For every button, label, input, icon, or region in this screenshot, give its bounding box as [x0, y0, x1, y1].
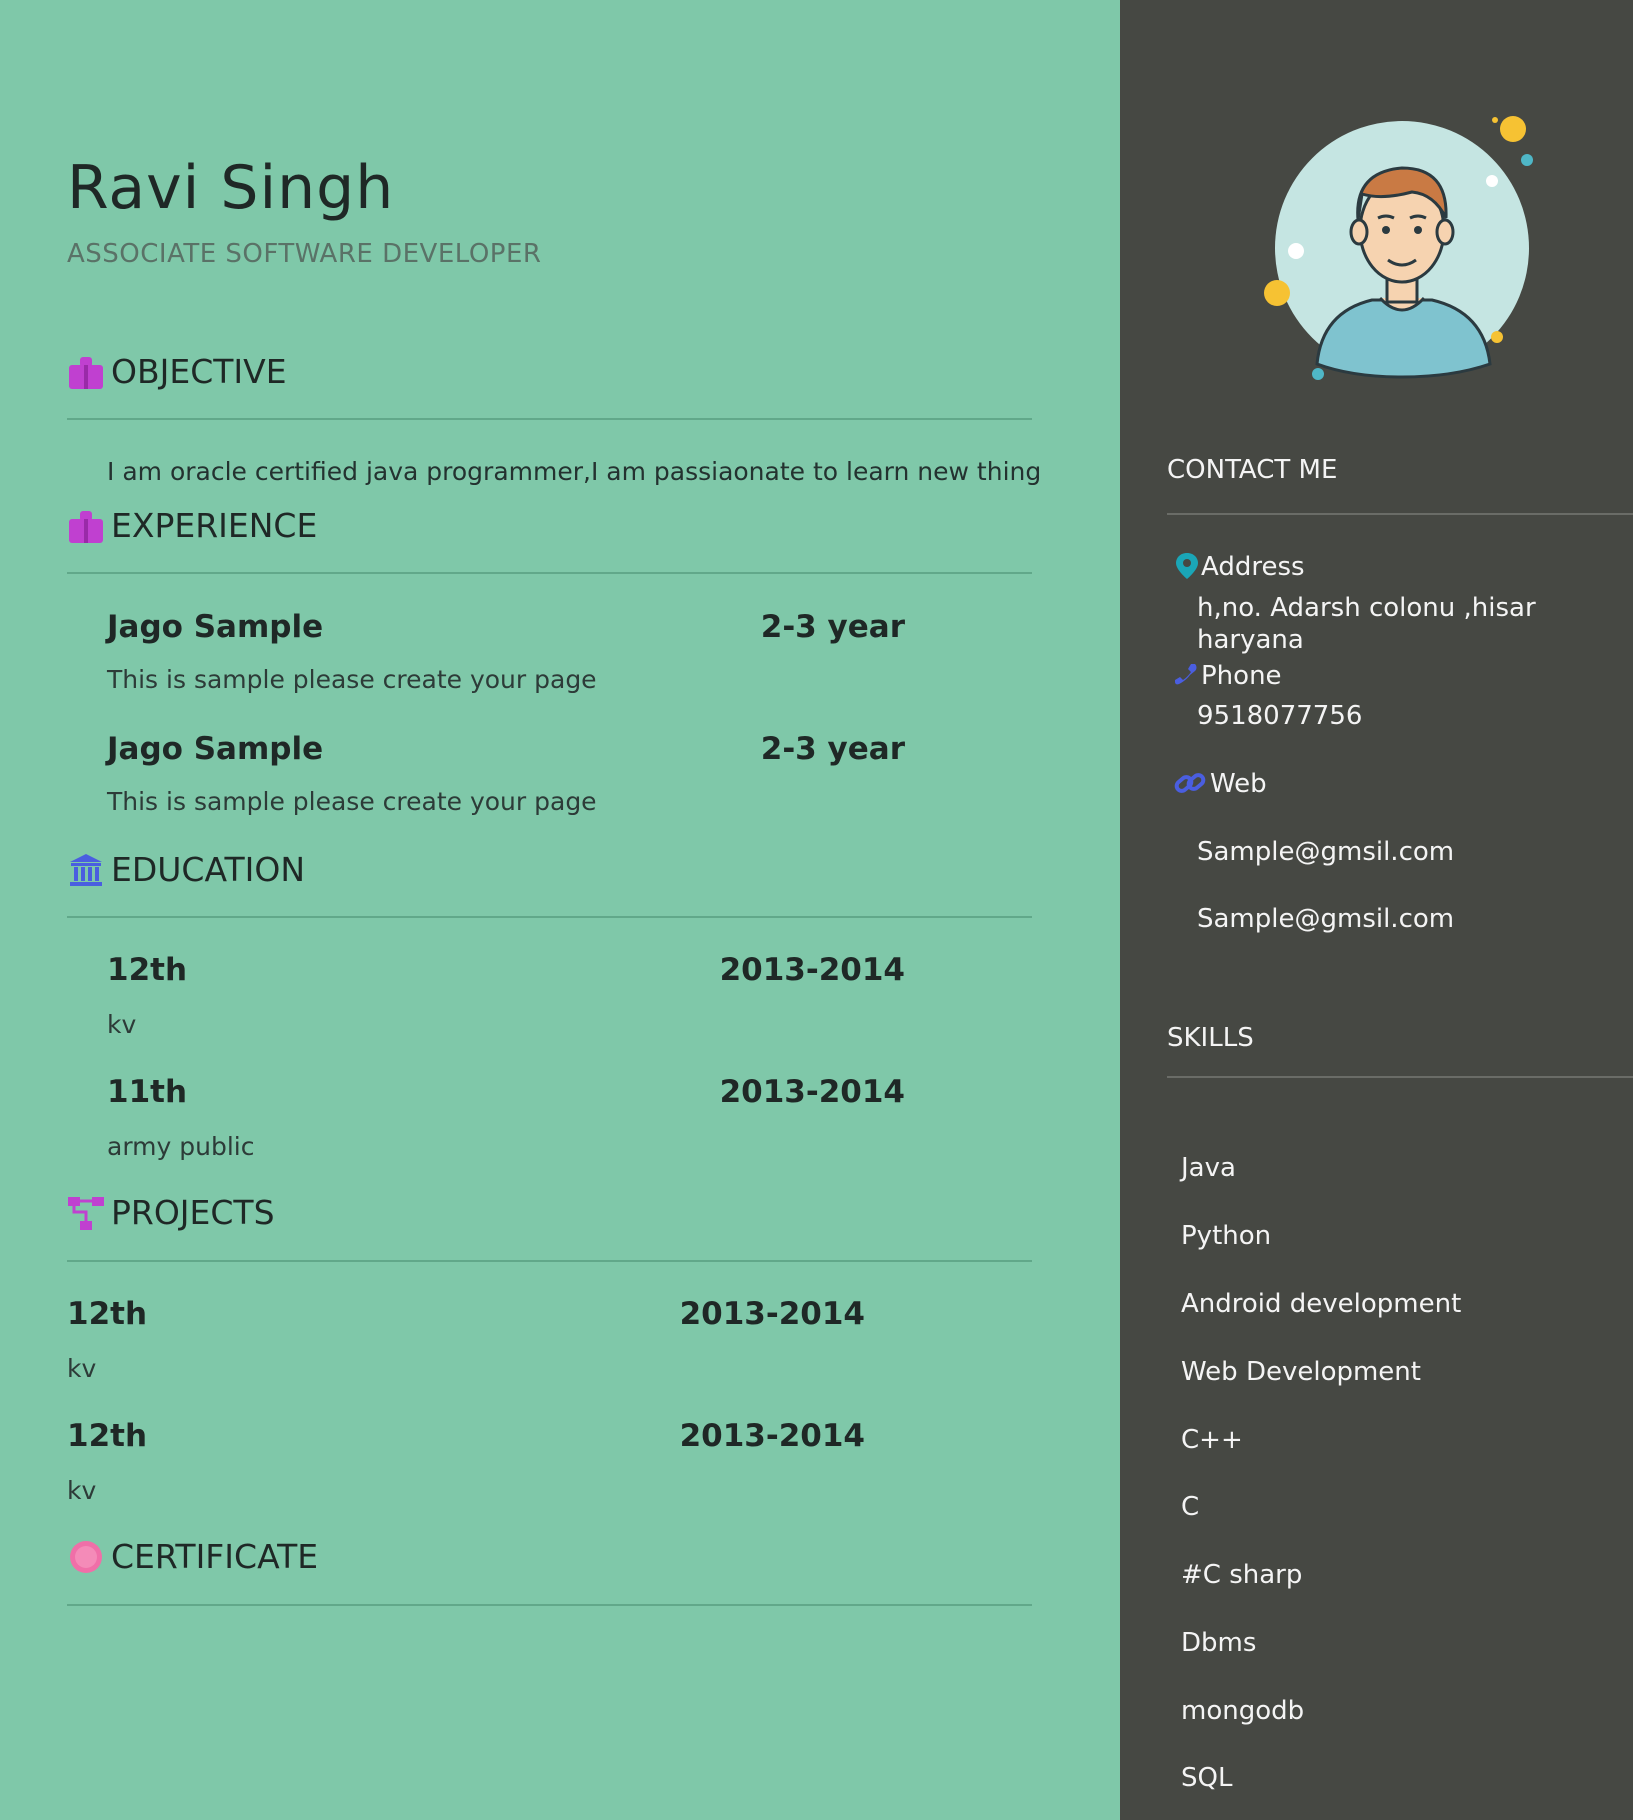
web-value[interactable]: Sample@gmsil.com — [1197, 836, 1454, 868]
skill-item: C — [1181, 1492, 1200, 1522]
experience-desc: This is sample please create your page — [107, 665, 597, 694]
experience-date: 2-3 year — [760, 609, 905, 645]
objective-label: OBJECTIVE — [111, 352, 287, 391]
skill-item: Dbms — [1181, 1628, 1257, 1658]
avatar — [1262, 102, 1542, 392]
skill-item: Android development — [1181, 1289, 1462, 1319]
education-title: 11th — [107, 1074, 188, 1110]
skill-item: C++ — [1181, 1425, 1243, 1455]
experience-label: EXPERIENCE — [111, 506, 318, 545]
contact-divider — [1167, 513, 1633, 515]
education-date: 2013-2014 — [719, 952, 905, 988]
experience-divider — [67, 572, 1032, 574]
education-divider — [67, 916, 1032, 918]
briefcase-icon — [67, 353, 105, 391]
skill-item: Python — [1181, 1221, 1272, 1251]
skill-item: Java — [1181, 1153, 1236, 1183]
address-value: h,no. Adarsh colonu ,hisar haryana — [1197, 593, 1536, 655]
skills-divider — [1167, 1076, 1633, 1078]
job-title: ASSOCIATE SOFTWARE DEVELOPER — [67, 239, 542, 269]
skills-heading: SKILLS — [1167, 1023, 1254, 1053]
experience-desc: This is sample please create your page — [107, 787, 597, 816]
projects-label: PROJECTS — [111, 1193, 275, 1232]
project-desc: kv — [67, 1354, 97, 1383]
skill-item: Web Development — [1181, 1357, 1421, 1387]
objective-heading: OBJECTIVE — [67, 348, 287, 396]
briefcase-icon — [67, 507, 105, 545]
phone-icon — [1175, 664, 1197, 685]
project-desc: kv — [67, 1476, 97, 1505]
sitemap-icon — [67, 1194, 105, 1232]
sidebar: CONTACT ME Address h,no. Adarsh colonu ,… — [1120, 0, 1633, 1820]
skill-item: SQL — [1181, 1763, 1233, 1793]
contact-heading: CONTACT ME — [1167, 455, 1338, 485]
education-desc: army public — [107, 1132, 255, 1161]
experience-date: 2-3 year — [760, 731, 905, 767]
education-heading: EDUCATION — [67, 846, 305, 894]
phone-value: 9518077756 — [1197, 701, 1363, 731]
experience-heading: EXPERIENCE — [67, 502, 317, 550]
project-date: 2013-2014 — [679, 1296, 865, 1332]
link-icon — [1174, 773, 1206, 793]
certificate-heading: CERTIFICATE — [67, 1533, 318, 1581]
experience-title: Jago Sample — [107, 609, 324, 645]
project-title: 12th — [67, 1296, 148, 1332]
projects-heading: PROJECTS — [67, 1189, 275, 1237]
education-label: EDUCATION — [111, 850, 306, 889]
badge-icon — [67, 1538, 105, 1576]
resume-page: Ravi Singh ASSOCIATE SOFTWARE DEVELOPER … — [0, 0, 1633, 1820]
projects-divider — [67, 1260, 1032, 1262]
experience-title: Jago Sample — [107, 731, 324, 767]
skill-item: #C sharp — [1181, 1560, 1303, 1590]
institution-icon — [67, 851, 105, 889]
web-value[interactable]: Sample@gmsil.com — [1197, 903, 1454, 935]
project-title: 12th — [67, 1418, 148, 1454]
project-date: 2013-2014 — [679, 1418, 865, 1454]
location-pin-icon — [1176, 553, 1198, 579]
education-title: 12th — [107, 952, 188, 988]
certificate-label: CERTIFICATE — [111, 1537, 319, 1576]
phone-label: Phone — [1201, 661, 1282, 691]
objective-divider — [67, 418, 1032, 420]
address-label: Address — [1201, 552, 1305, 582]
main-column: Ravi Singh ASSOCIATE SOFTWARE DEVELOPER … — [0, 0, 1120, 1820]
education-desc: kv — [107, 1010, 137, 1039]
skill-item: mongodb — [1181, 1696, 1305, 1726]
objective-text: I am oracle certified java programmer,I … — [107, 457, 1042, 486]
certificate-divider — [67, 1604, 1032, 1606]
education-date: 2013-2014 — [719, 1074, 905, 1110]
candidate-name: Ravi Singh — [67, 153, 395, 223]
web-label: Web — [1210, 769, 1267, 799]
